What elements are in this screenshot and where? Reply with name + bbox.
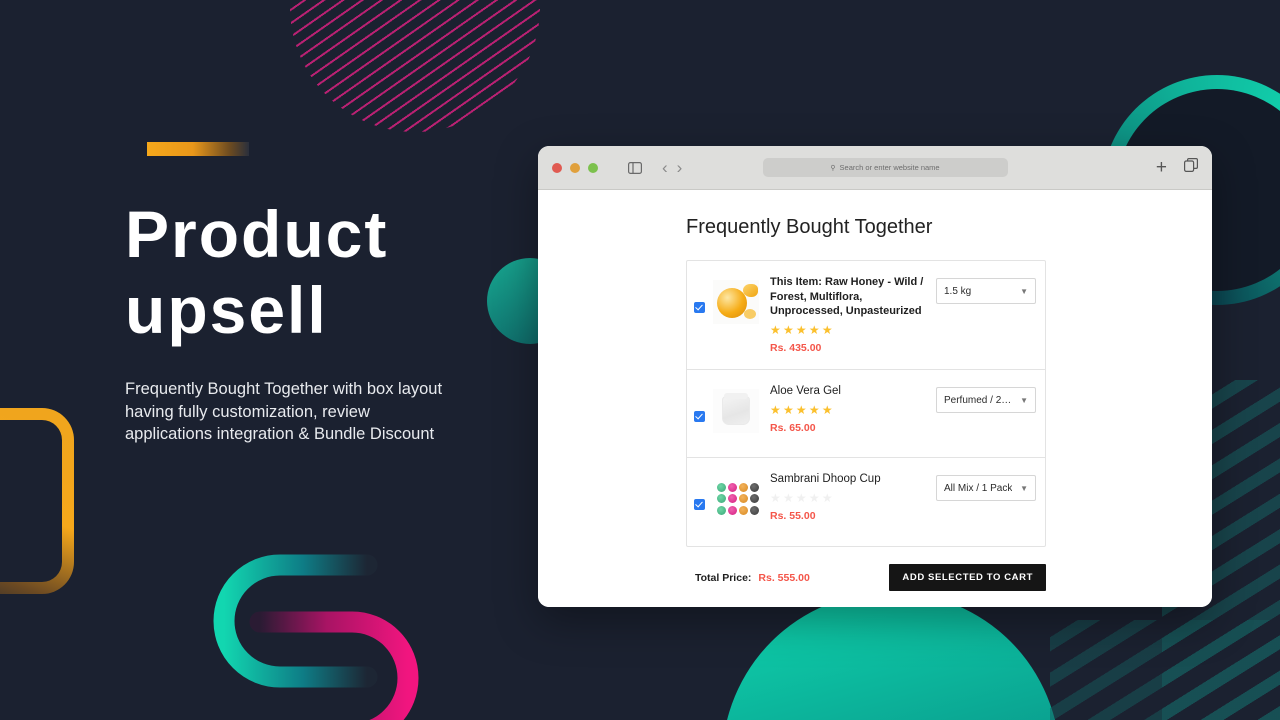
- sambrani-dhoop-cup-image: [713, 477, 759, 521]
- variant-select[interactable]: All Mix / 1 Pack ▼: [936, 475, 1036, 501]
- variant-value: 1.5 kg: [944, 285, 972, 297]
- table-row[interactable]: Aloe Vera Gel ★★★★★ Rs. 65.00 Perfumed /…: [687, 370, 1045, 458]
- promo-subtitle: Frequently Bought Together with box layo…: [125, 380, 443, 443]
- page-title: Product upsell: [125, 196, 525, 348]
- product-name: This Item: Raw Honey - Wild / Forest, Mu…: [770, 276, 924, 317]
- product-list: This Item: Raw Honey - Wild / Forest, Mu…: [686, 260, 1046, 547]
- table-row[interactable]: This Item: Raw Honey - Wild / Forest, Mu…: [687, 261, 1045, 370]
- product-name: Sambrani Dhoop Cup: [770, 473, 881, 485]
- browser-chrome: ‹ › ⚲ Search or enter website name +: [538, 146, 1212, 190]
- headline-line-1: Product: [125, 197, 389, 271]
- chevron-down-icon: ▼: [1020, 483, 1028, 493]
- total-price-label: Total Price:: [695, 571, 752, 584]
- chevron-down-icon: ▼: [1020, 395, 1028, 405]
- page-content: Frequently Bought Together This Item: Ra…: [538, 190, 1212, 607]
- close-window-button[interactable]: [552, 162, 562, 173]
- variant-select[interactable]: 1.5 kg ▼: [936, 278, 1036, 304]
- orange-bar-decoration: [147, 142, 249, 156]
- product-price: Rs. 55.00: [770, 509, 816, 522]
- sidebar-icon[interactable]: [628, 161, 642, 174]
- widget-title: Frequently Bought Together: [686, 216, 933, 238]
- orange-curve-decoration: [0, 408, 74, 594]
- chevron-down-icon: ▼: [1020, 286, 1028, 296]
- teal-stripes-bottom-decoration: [1050, 620, 1280, 720]
- plus-icon[interactable]: +: [1156, 158, 1167, 177]
- variant-select[interactable]: Perfumed / 200 ... ▼: [936, 387, 1036, 413]
- add-selected-to-cart-button[interactable]: ADD SELECTED TO CART: [889, 564, 1046, 591]
- rating-stars: ★★★★★: [770, 402, 835, 417]
- variant-value: All Mix / 1 Pack: [944, 482, 1013, 494]
- gradient-clip-decoration: [213, 554, 419, 720]
- chevron-right-icon[interactable]: ›: [677, 159, 683, 176]
- product-price: Rs. 65.00: [770, 421, 816, 434]
- rating-stars: ★★★★★: [770, 322, 835, 337]
- navigation-arrows[interactable]: ‹ ›: [662, 159, 682, 176]
- product-checkbox[interactable]: [694, 411, 705, 422]
- browser-window: ‹ › ⚲ Search or enter website name + Fre…: [538, 146, 1212, 607]
- chevron-left-icon[interactable]: ‹: [662, 159, 668, 176]
- search-input[interactable]: ⚲ Search or enter website name: [762, 158, 1008, 177]
- honey-jar-image: [713, 280, 759, 324]
- promo-banner: Product upsell Frequently Bought Togethe…: [0, 0, 1280, 720]
- chrome-actions: +: [1156, 158, 1198, 177]
- promo-copy: Product upsell Frequently Bought Togethe…: [125, 196, 525, 446]
- total-row: Total Price: Rs. 555.00 ADD SELECTED TO …: [686, 564, 1046, 591]
- search-icon: ⚲: [830, 164, 836, 172]
- search-placeholder: Search or enter website name: [839, 163, 940, 172]
- product-checkbox[interactable]: [694, 302, 705, 313]
- maximize-window-button[interactable]: [588, 162, 598, 173]
- product-name: Aloe Vera Gel: [770, 385, 841, 397]
- window-controls[interactable]: [552, 162, 598, 173]
- total-price-value: Rs. 555.00: [758, 571, 810, 584]
- pink-striped-circle-decoration: [290, 0, 540, 132]
- tabs-icon[interactable]: [1183, 158, 1198, 177]
- variant-value: Perfumed / 200 ...: [944, 394, 1017, 406]
- teal-large-circle-decoration: [722, 592, 1060, 720]
- minimize-window-button[interactable]: [570, 162, 580, 173]
- rating-stars: ★★★★★: [770, 490, 835, 505]
- product-price: Rs. 435.00: [770, 341, 822, 354]
- product-checkbox[interactable]: [694, 499, 705, 510]
- aloe-vera-gel-image: [713, 389, 759, 433]
- table-row[interactable]: Sambrani Dhoop Cup ★★★★★ Rs. 55.00 All M…: [687, 458, 1045, 546]
- headline-line-2: upsell: [125, 273, 328, 347]
